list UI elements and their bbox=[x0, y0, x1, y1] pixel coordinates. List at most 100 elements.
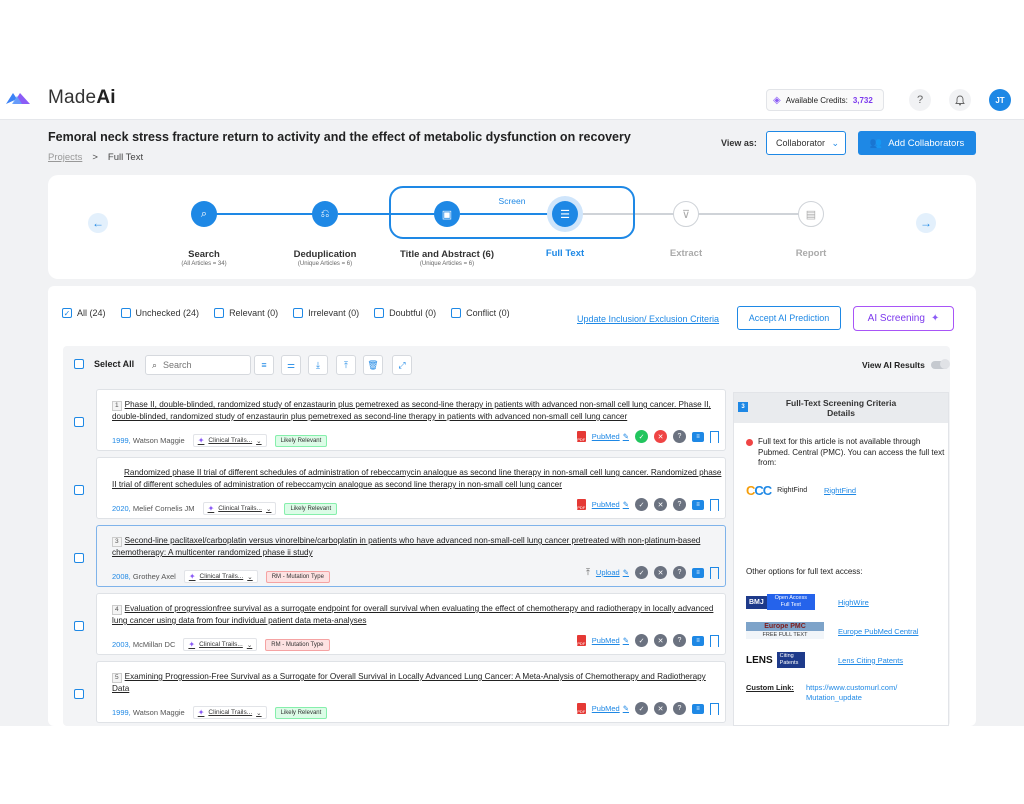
article-card[interactable]: 5 Examining Progression-Free Survival as … bbox=[96, 661, 726, 723]
article-checkbox[interactable] bbox=[74, 485, 84, 495]
sort-button[interactable]: ≡ bbox=[254, 355, 274, 375]
stepper-prev-button[interactable]: ← bbox=[88, 213, 108, 233]
accept-ai-prediction-button[interactable]: Accept AI Prediction bbox=[737, 306, 841, 330]
step-report-node[interactable]: ▤ bbox=[798, 201, 824, 227]
highwire-logo-b: Open Access Full Text bbox=[766, 594, 815, 610]
include-icon[interactable]: ✓ bbox=[635, 498, 648, 511]
include-icon[interactable]: ✓ bbox=[635, 702, 648, 715]
article-title[interactable]: 4 Evaluation of progressionfree survival … bbox=[112, 603, 724, 627]
avatar[interactable]: JT bbox=[989, 89, 1011, 111]
import-button[interactable]: ⤓ bbox=[308, 355, 328, 375]
exclude-icon[interactable]: ✕ bbox=[654, 702, 667, 715]
doubtful-icon[interactable]: ? bbox=[673, 566, 686, 579]
exclude-icon[interactable]: ✕ bbox=[654, 430, 667, 443]
filter-irrelevant[interactable]: Irrelevant (0) bbox=[293, 308, 359, 318]
europe-pmc-link[interactable]: Europe PubMed Central bbox=[838, 627, 918, 636]
source-link[interactable]: PubMed ✎ bbox=[592, 432, 629, 441]
bookmark-icon[interactable] bbox=[710, 498, 719, 511]
doubtful-icon[interactable]: ? bbox=[673, 498, 686, 511]
comment-icon[interactable]: ≡ bbox=[692, 431, 704, 442]
help-icon[interactable]: ? bbox=[909, 89, 931, 111]
lens-link[interactable]: Lens Citing Patents bbox=[838, 656, 903, 665]
bookmark-icon[interactable] bbox=[710, 702, 719, 715]
step-deduplication-node[interactable]: ⎌ bbox=[312, 201, 338, 227]
comment-icon[interactable]: ≡ bbox=[692, 635, 704, 646]
filter-conflict[interactable]: Conflict (0) bbox=[451, 308, 510, 318]
article-card[interactable]: Randomized phase II trial of different s… bbox=[96, 457, 726, 519]
step-full-text-node[interactable]: ☰ bbox=[552, 201, 578, 227]
filter-all[interactable]: ✓ All (24) bbox=[62, 308, 106, 318]
view-ai-toggle[interactable] bbox=[930, 359, 950, 369]
doubtful-icon[interactable]: ? bbox=[673, 634, 686, 647]
search-input[interactable] bbox=[163, 360, 244, 370]
trial-dropdown[interactable]: ✦ Clinical Trails... ⌄ bbox=[183, 570, 258, 583]
article-title[interactable]: 3 Second-line paclitaxel/carboplatin vers… bbox=[112, 535, 724, 559]
article-card[interactable]: 3 Second-line paclitaxel/carboplatin vers… bbox=[96, 525, 726, 587]
highwire-link[interactable]: HighWire bbox=[838, 598, 869, 607]
article-card[interactable]: 1 Phase II, double-blinded, randomized st… bbox=[96, 389, 726, 451]
bell-icon[interactable] bbox=[949, 89, 971, 111]
bookmark-icon[interactable] bbox=[710, 634, 719, 647]
delete-button[interactable]: 🗑 bbox=[363, 355, 383, 375]
exclude-icon[interactable]: ✕ bbox=[654, 498, 667, 511]
update-criteria-link[interactable]: Update Inclusion/ Exclusion Criteria bbox=[577, 314, 719, 324]
source-link[interactable]: Upload ✎ bbox=[596, 568, 629, 577]
source-link[interactable]: PubMed ✎ bbox=[592, 704, 629, 713]
export-icon: ⤒ bbox=[344, 359, 348, 370]
comment-icon[interactable]: ≡ bbox=[692, 499, 704, 510]
include-icon[interactable]: ✓ bbox=[635, 566, 648, 579]
article-checkbox[interactable] bbox=[74, 689, 84, 699]
rightfind-logo: CCC RightFind bbox=[746, 482, 808, 498]
view-as-select[interactable]: Collaborator ⌄ bbox=[766, 131, 846, 155]
comment-icon[interactable]: ≡ bbox=[692, 703, 704, 714]
article-title[interactable]: Randomized phase II trial of different s… bbox=[112, 467, 724, 491]
source-link[interactable]: PubMed ✎ bbox=[592, 636, 629, 645]
filter-doubtful[interactable]: Doubtful (0) bbox=[374, 308, 436, 318]
europe-pmc-logo: Europe PMC FREE FULL TEXT bbox=[746, 622, 824, 640]
doubtful-icon[interactable]: ? bbox=[673, 702, 686, 715]
trial-dropdown[interactable]: ✦ Clinical Trails... ⌄ bbox=[192, 706, 267, 719]
export-button[interactable]: ⤒ bbox=[336, 355, 356, 375]
custom-link-url[interactable]: https://www.customurl.com/ Mutation_upda… bbox=[806, 683, 916, 703]
article-checkbox[interactable] bbox=[74, 553, 84, 563]
add-collaborators-button[interactable]: 👥 Add Collaborators bbox=[858, 131, 976, 155]
article-checkbox[interactable] bbox=[74, 417, 84, 427]
article-checkbox[interactable] bbox=[74, 621, 84, 631]
exclude-icon[interactable]: ✕ bbox=[654, 634, 667, 647]
ai-screening-button[interactable]: AI Screening ✦ bbox=[853, 306, 954, 331]
edit-icon: ✎ bbox=[622, 500, 629, 509]
bookmark-icon[interactable] bbox=[710, 430, 719, 443]
filter-relevant[interactable]: Relevant (0) bbox=[214, 308, 278, 318]
step-title-abstract-node[interactable]: ▣ bbox=[434, 201, 460, 227]
source-link[interactable]: PubMed ✎ bbox=[592, 500, 629, 509]
include-icon[interactable]: ✓ bbox=[635, 430, 648, 443]
doubtful-icon[interactable]: ? bbox=[673, 430, 686, 443]
trial-label: Clinical Trails... bbox=[199, 641, 243, 648]
expand-button[interactable]: ⤢ bbox=[392, 355, 412, 375]
logo-icon bbox=[6, 93, 30, 104]
article-title[interactable]: 5 Examining Progression-Free Survival as … bbox=[112, 671, 724, 695]
step-extract-node[interactable]: ⊽ bbox=[673, 201, 699, 227]
workflow-stepper: ← → Screen ⌕ ⎌ ▣ ☰ ⊽ ▤ Search (All Artic… bbox=[48, 175, 976, 279]
trial-dropdown[interactable]: ✦ Clinical Trails... ⌄ bbox=[192, 434, 267, 447]
breadcrumb-projects[interactable]: Projects bbox=[48, 152, 82, 163]
include-icon[interactable]: ✓ bbox=[635, 634, 648, 647]
comment-icon[interactable]: ≡ bbox=[692, 567, 704, 578]
article-meta: 2008, Grothey Axel ✦ Clinical Trails... ⌄ … bbox=[112, 570, 330, 583]
filter-unchecked[interactable]: Unchecked (24) bbox=[120, 308, 199, 318]
step-extract-label: Extract bbox=[669, 248, 703, 259]
trial-dropdown[interactable]: ✦ Clinical Trails... ⌄ bbox=[183, 638, 258, 651]
rightfind-link[interactable]: RightFind bbox=[824, 486, 856, 495]
select-all[interactable]: Select All bbox=[74, 359, 134, 369]
logo-text: MadeAi bbox=[48, 87, 116, 108]
trial-dropdown[interactable]: ✦ Clinical Trails... ⌄ bbox=[202, 502, 277, 515]
article-card[interactable]: 4 Evaluation of progressionfree survival … bbox=[96, 593, 726, 655]
bookmark-icon[interactable] bbox=[710, 566, 719, 579]
stepper-next-button[interactable]: → bbox=[916, 213, 936, 233]
view-ai-results[interactable]: View AI Results bbox=[862, 359, 950, 370]
step-search-node[interactable]: ⌕ bbox=[191, 201, 217, 227]
sparkle-icon: ✦ bbox=[207, 504, 215, 513]
exclude-icon[interactable]: ✕ bbox=[654, 566, 667, 579]
article-title[interactable]: 1 Phase II, double-blinded, randomized st… bbox=[112, 399, 724, 423]
filter-settings-button[interactable]: ⚌ bbox=[281, 355, 301, 375]
